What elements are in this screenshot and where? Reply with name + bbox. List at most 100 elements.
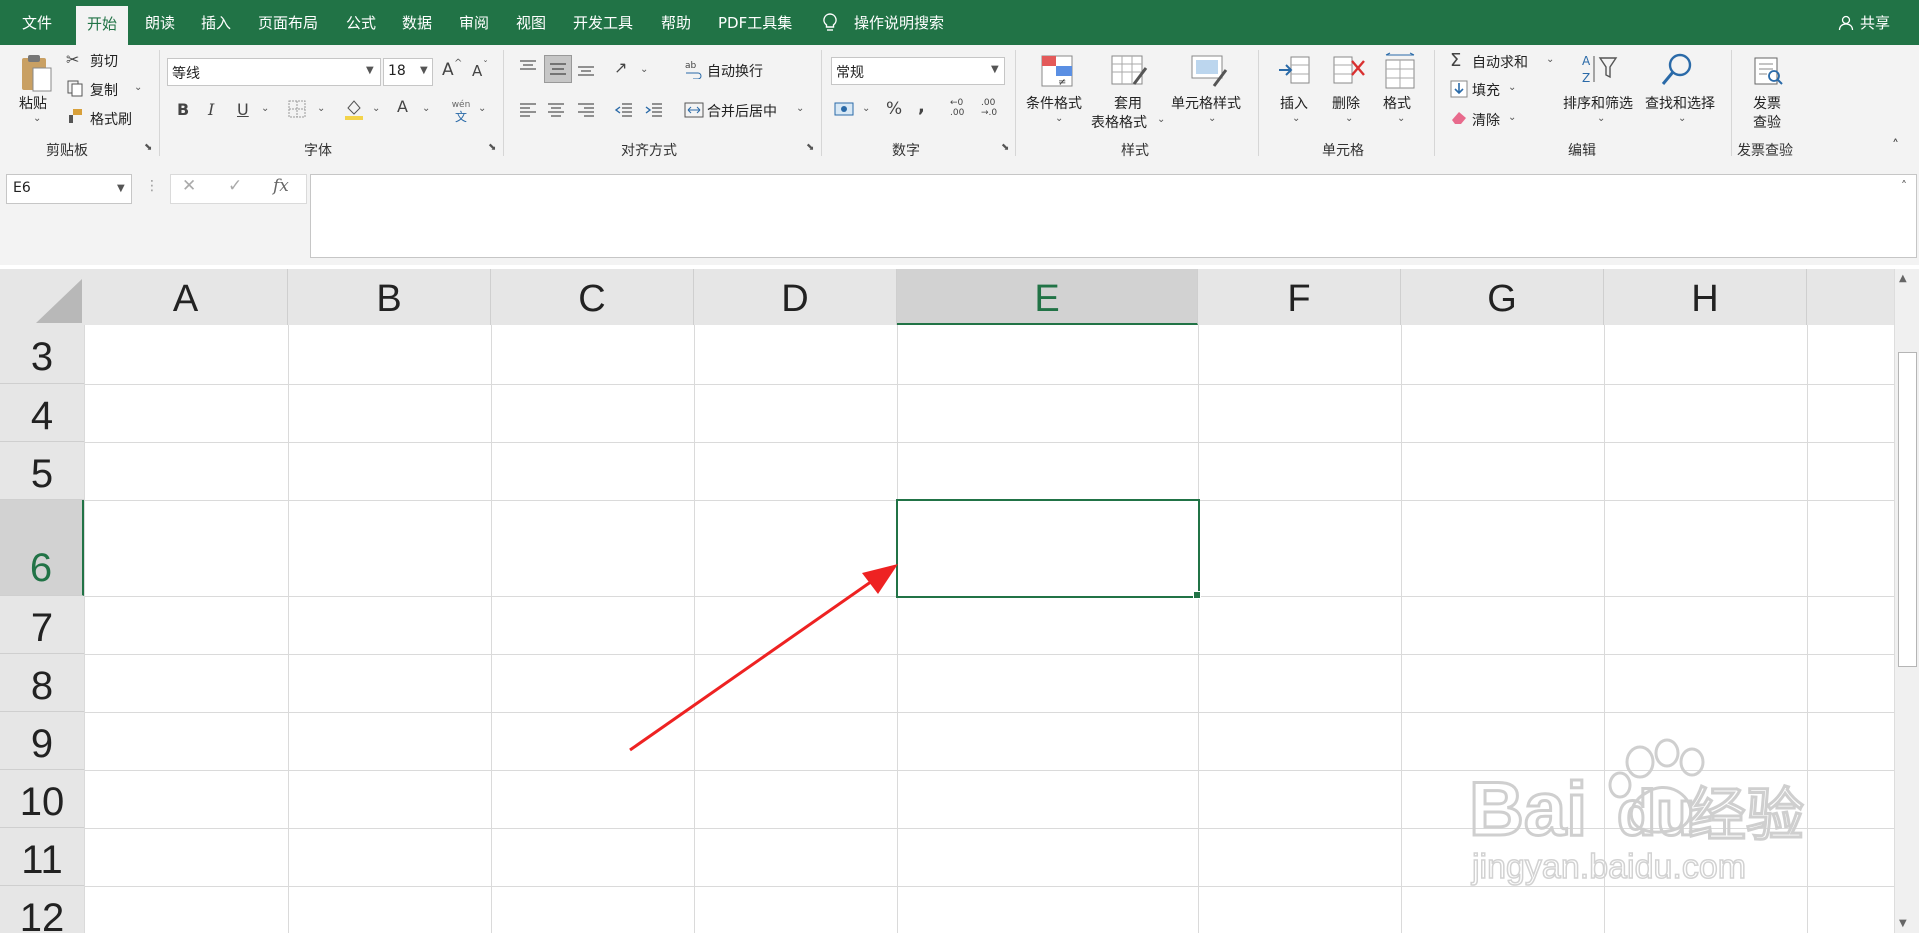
orientation-icon[interactable]: ↗ (614, 58, 627, 77)
expand-formula-bar-icon[interactable]: ˄ (1901, 179, 1907, 193)
sort-filter-dropdown-icon[interactable]: ⌄ (1597, 113, 1605, 124)
font-color-icon[interactable]: A (397, 97, 408, 116)
fill-color-icon[interactable] (344, 98, 364, 120)
tab-formulas[interactable]: 公式 (346, 0, 376, 45)
formula-input[interactable]: ˄ (310, 174, 1917, 258)
increase-decimal-button[interactable]: ←0 .00 (950, 98, 964, 118)
conditional-formatting-icon[interactable]: ≠ (1040, 54, 1076, 90)
align-middle-icon[interactable] (544, 55, 572, 83)
row-header-12[interactable]: 12 (0, 886, 84, 940)
accounting-dropdown-icon[interactable]: ⌄ (862, 103, 870, 114)
tab-read-aloud[interactable]: 朗读 (145, 0, 175, 45)
column-header-c[interactable]: C (491, 269, 694, 325)
fill-down-icon[interactable] (1450, 80, 1468, 98)
font-dialog-launcher-icon[interactable]: ⬊ (488, 142, 496, 153)
autosum-dropdown-icon[interactable]: ⌄ (1546, 54, 1554, 65)
tab-file[interactable]: 文件 (22, 0, 52, 45)
clear-dropdown-icon[interactable]: ⌄ (1508, 112, 1516, 123)
paste-dropdown-icon[interactable]: ⌄ (33, 113, 41, 124)
column-header-h[interactable]: H (1604, 269, 1807, 325)
cancel-icon[interactable]: ✕ (182, 176, 196, 196)
column-header-g[interactable]: G (1401, 269, 1604, 325)
scroll-up-arrow-icon[interactable]: ▲ (1899, 273, 1907, 284)
italic-button[interactable]: I (208, 100, 214, 119)
format-dropdown-icon[interactable]: ⌄ (1397, 113, 1405, 124)
collapse-ribbon-icon[interactable]: ˄ (1892, 138, 1899, 154)
row-header-11[interactable]: 11 (0, 828, 84, 886)
row-header-7[interactable]: 7 (0, 596, 84, 654)
fill-button[interactable]: 填充 (1472, 80, 1500, 100)
delete-cells-button[interactable]: 删除 (1332, 93, 1360, 113)
sort-filter-icon[interactable]: AZ (1580, 52, 1620, 88)
name-box[interactable]: E6 ▼ (6, 174, 132, 204)
tab-help[interactable]: 帮助 (661, 0, 691, 45)
copy-icon[interactable] (67, 80, 83, 97)
format-cells-button[interactable]: 格式 (1383, 93, 1411, 113)
autosum-button[interactable]: 自动求和 (1472, 52, 1528, 72)
format-cells-icon[interactable] (1382, 52, 1420, 90)
align-center-icon[interactable] (546, 101, 566, 119)
format-painter-button[interactable]: 格式刷 (90, 109, 132, 129)
align-top-icon[interactable] (518, 58, 538, 76)
tab-developer[interactable]: 开发工具 (573, 0, 633, 45)
find-select-button[interactable]: 查找和选择 (1645, 93, 1715, 113)
merge-center-button[interactable]: 合并后居中 (707, 101, 777, 121)
scissors-icon[interactable]: ✂ (66, 50, 79, 69)
column-header-d[interactable]: D (694, 269, 897, 325)
decrease-decimal-button[interactable]: .00 →.0 (981, 98, 997, 118)
phonetic-dropdown-icon[interactable]: ⌄ (478, 103, 486, 114)
grow-font-icon[interactable]: A (442, 60, 454, 80)
accounting-format-icon[interactable] (834, 100, 856, 118)
format-painter-icon[interactable] (67, 108, 83, 124)
row-header-4[interactable]: 4 (0, 384, 84, 442)
autosum-icon[interactable]: Σ (1450, 50, 1461, 71)
tab-data[interactable]: 数据 (402, 0, 432, 45)
row-header-3[interactable]: 3 (0, 325, 84, 384)
bold-button[interactable]: B (177, 100, 189, 119)
percent-button[interactable]: % (886, 99, 902, 119)
share-button[interactable]: 共享 (1860, 0, 1890, 45)
increase-indent-icon[interactable] (644, 101, 664, 119)
tab-page-layout[interactable]: 页面布局 (258, 0, 318, 45)
font-name-select[interactable]: 等线 ▼ (167, 58, 381, 86)
phonetic-guide-icon[interactable]: wén 文 (450, 97, 472, 123)
eraser-icon[interactable] (1450, 109, 1468, 125)
wrap-text-icon[interactable]: ab (684, 59, 702, 79)
row-header-8[interactable]: 8 (0, 654, 84, 712)
orientation-dropdown-icon[interactable]: ⌄ (640, 64, 648, 75)
lightbulb-icon[interactable] (823, 13, 837, 33)
tell-me-search[interactable]: 操作说明搜索 (854, 0, 944, 45)
tab-home[interactable]: 开始 (76, 6, 129, 45)
scroll-down-arrow-icon[interactable]: ▼ (1899, 918, 1907, 929)
format-as-table-line1[interactable]: 套用 (1114, 93, 1142, 113)
alignment-dialog-launcher-icon[interactable]: ⬊ (806, 142, 814, 153)
wrap-text-button[interactable]: 自动换行 (707, 61, 763, 81)
column-header-f[interactable]: F (1198, 269, 1401, 325)
delete-dropdown-icon[interactable]: ⌄ (1345, 113, 1353, 124)
shrink-font-icon[interactable]: A (472, 62, 482, 80)
copy-button[interactable]: 复制 (90, 80, 118, 100)
column-header-a[interactable]: A (84, 269, 288, 325)
tab-review[interactable]: 审阅 (459, 0, 489, 45)
find-select-icon[interactable] (1660, 52, 1696, 88)
align-left-icon[interactable] (518, 101, 538, 119)
tab-view[interactable]: 视图 (516, 0, 546, 45)
borders-dropdown-icon[interactable]: ⌄ (317, 103, 325, 114)
paste-icon[interactable] (19, 53, 53, 93)
selected-cell-e6[interactable] (896, 499, 1200, 598)
row-header-10[interactable]: 10 (0, 770, 84, 828)
number-dialog-launcher-icon[interactable]: ⬊ (1001, 142, 1009, 153)
cell-styles-button[interactable]: 单元格样式 (1171, 93, 1241, 113)
insert-cells-button[interactable]: 插入 (1280, 93, 1308, 113)
underline-button[interactable]: U (237, 100, 249, 119)
decrease-indent-icon[interactable] (614, 101, 634, 119)
clipboard-dialog-launcher-icon[interactable]: ⬊ (144, 142, 152, 153)
find-select-dropdown-icon[interactable]: ⌄ (1678, 113, 1686, 124)
delete-cells-icon[interactable] (1330, 53, 1368, 89)
cell-styles-dropdown-icon[interactable]: ⌄ (1208, 113, 1216, 124)
comma-style-button[interactable]: , (918, 96, 925, 117)
row-header-9[interactable]: 9 (0, 712, 84, 770)
invoice-check-line2[interactable]: 查验 (1753, 112, 1781, 132)
select-all-corner[interactable] (0, 269, 84, 325)
conditional-dropdown-icon[interactable]: ⌄ (1055, 113, 1063, 124)
